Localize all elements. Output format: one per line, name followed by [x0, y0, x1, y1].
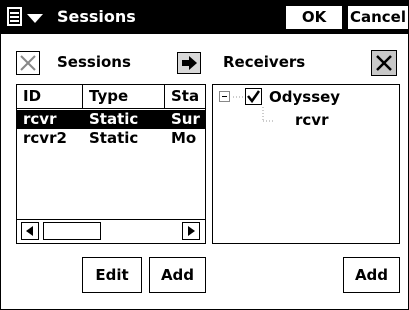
column-header-status[interactable]: Sta — [165, 85, 205, 109]
scroll-right-button[interactable] — [182, 222, 200, 240]
sessions-label: Sessions — [57, 53, 131, 71]
cell-status: Sur — [171, 110, 200, 128]
sessions-dialog: Sessions OK Cancel Sessions Receivers ID… — [0, 0, 409, 310]
scrollbar-thumb[interactable] — [43, 222, 101, 240]
cell-status: Mo — [171, 129, 197, 147]
cell-id: rcvr — [23, 110, 57, 128]
move-to-receivers-button[interactable] — [177, 52, 201, 74]
column-header-type[interactable]: Type — [83, 85, 165, 109]
receivers-label: Receivers — [223, 53, 306, 71]
cell-type: Static — [89, 110, 139, 128]
tree-node-rcvr[interactable]: rcvr — [295, 111, 328, 129]
column-header-id[interactable]: ID — [17, 85, 83, 109]
table-row[interactable]: rcvr2 Static Mo — [17, 129, 205, 148]
tree-node-odyssey[interactable]: Odyssey — [269, 88, 340, 106]
odyssey-checkbox[interactable] — [245, 88, 262, 105]
chevron-down-icon — [27, 14, 43, 23]
receivers-delete-button[interactable] — [371, 50, 397, 76]
arrow-right-icon — [182, 56, 197, 70]
start-menu-button[interactable] — [5, 5, 53, 30]
sessions-list[interactable]: ID Type Sta rcvr Static Sur rcvr2 Static… — [16, 84, 206, 244]
horizontal-scrollbar[interactable] — [17, 219, 205, 243]
edit-button[interactable]: Edit — [82, 257, 142, 293]
minus-icon — [222, 96, 227, 97]
collapse-toggle[interactable] — [219, 91, 230, 102]
cell-type: Static — [89, 129, 139, 147]
arrow-right-icon — [188, 226, 195, 236]
cancel-button[interactable]: Cancel — [347, 5, 409, 30]
checkmark-icon — [247, 90, 261, 104]
add-session-button[interactable]: Add — [149, 257, 206, 293]
cell-id: rcvr2 — [23, 129, 67, 147]
arrow-left-icon — [26, 226, 33, 236]
title-bar: Sessions OK Cancel — [1, 1, 409, 34]
add-receiver-button[interactable]: Add — [343, 257, 400, 293]
window-title: Sessions — [57, 7, 136, 26]
close-icon — [376, 55, 392, 71]
scroll-left-button[interactable] — [21, 222, 39, 240]
window-icon — [7, 7, 22, 26]
close-icon — [20, 55, 36, 71]
ok-button[interactable]: OK — [285, 5, 343, 30]
table-row[interactable]: rcvr Static Sur — [17, 110, 205, 129]
sessions-delete-button[interactable] — [16, 51, 40, 75]
receivers-tree[interactable]: Odyssey rcvr — [212, 84, 400, 244]
